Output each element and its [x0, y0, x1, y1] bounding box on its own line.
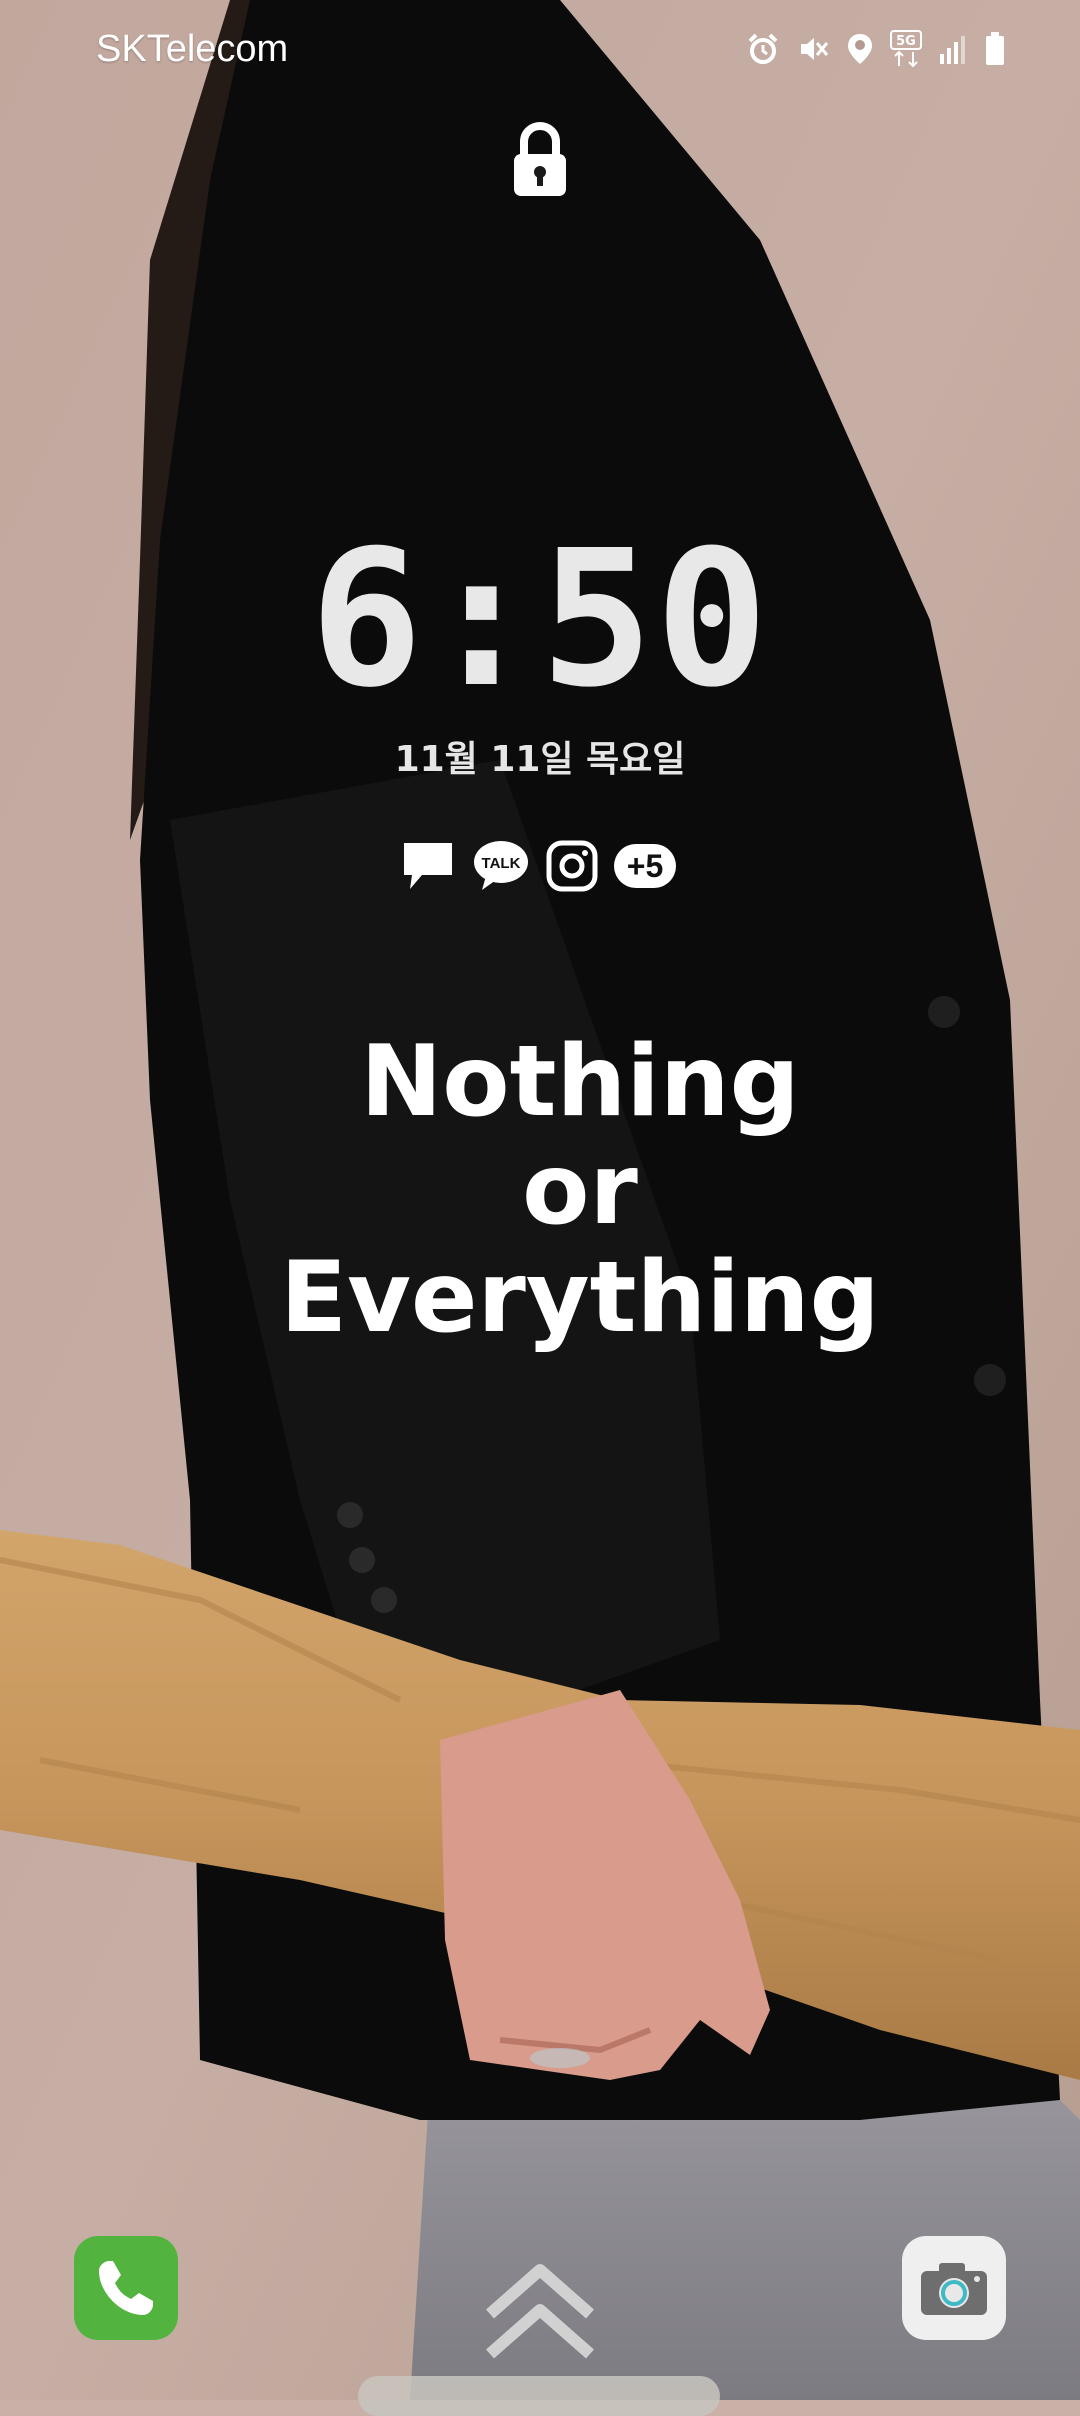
wallpaper-quote: Nothing or Everything: [0, 1028, 1080, 1352]
kakaotalk-icon[interactable]: TALK: [472, 838, 530, 894]
navigation-handle[interactable]: [358, 2376, 720, 2416]
camera-icon: [921, 2263, 987, 2315]
status-bar: SKTelecom 5G: [0, 0, 1080, 104]
status-icons: 5G: [746, 30, 1006, 68]
kakaotalk-label: TALK: [482, 855, 521, 872]
lockscreen-clock: 6:50: [309, 510, 771, 729]
network-type-label: 5G: [896, 34, 916, 49]
quote-line-3: Everything: [280, 1241, 880, 1355]
more-notifications-badge[interactable]: +5: [614, 844, 676, 888]
signal-icon: [940, 36, 965, 64]
5g-data-icon: 5G: [890, 30, 922, 68]
mute-icon: [801, 38, 829, 60]
carrier-name: SKTelecom: [96, 28, 289, 70]
alarm-icon: [748, 33, 778, 64]
phone-shortcut-button[interactable]: [74, 2236, 178, 2340]
notification-icons[interactable]: TALK +5: [400, 836, 682, 896]
lockscreen-date: 11월 11일 목요일: [394, 739, 686, 780]
location-icon: [848, 34, 872, 64]
phone-icon: [99, 2261, 153, 2315]
camera-shortcut-button[interactable]: [902, 2236, 1006, 2340]
quote-line-2: or: [522, 1133, 638, 1247]
instagram-icon[interactable]: [546, 840, 598, 892]
message-icon[interactable]: [400, 839, 456, 893]
battery-icon: [986, 32, 1004, 65]
quote-line-1: Nothing: [360, 1025, 800, 1139]
swipe-up-chevron-icon[interactable]: [482, 2256, 598, 2372]
lock-icon[interactable]: [508, 120, 572, 200]
